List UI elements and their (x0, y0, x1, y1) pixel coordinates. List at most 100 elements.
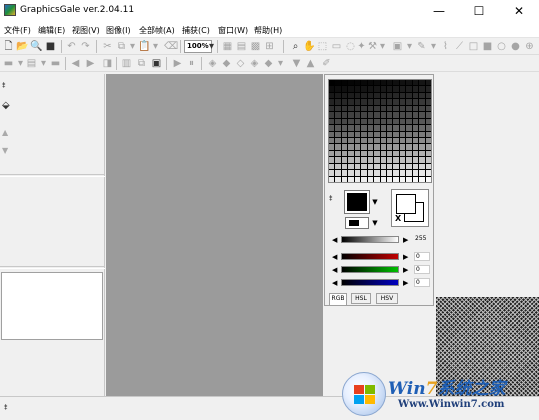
decrease-arrow-icon[interactable]: ◀ (332, 236, 337, 244)
palette-swatch[interactable] (425, 80, 431, 86)
palette-swatch[interactable] (399, 157, 406, 163)
panel-divider[interactable] (0, 266, 105, 269)
palette-swatch[interactable] (341, 157, 348, 163)
palette-swatch[interactable] (380, 86, 386, 92)
blue-value[interactable]: 0 (414, 278, 430, 287)
palette-swatch[interactable] (348, 125, 354, 131)
canvas-area[interactable] (106, 74, 323, 396)
chevron-down-icon[interactable]: ▾ (377, 41, 388, 52)
palette-swatch[interactable] (393, 137, 399, 144)
palette-swatch[interactable] (380, 125, 386, 131)
increase-arrow-icon[interactable]: ▶ (403, 266, 408, 274)
palette-swatch[interactable] (348, 118, 354, 125)
close-button[interactable]: ✕ (499, 0, 539, 22)
palette-swatch[interactable] (335, 80, 341, 86)
palette-swatch[interactable] (386, 112, 393, 118)
palette-swatch[interactable] (380, 112, 386, 118)
palette-swatch[interactable] (386, 105, 393, 112)
palette-swatch[interactable] (329, 150, 335, 157)
palette-swatch[interactable] (354, 118, 361, 125)
chevron-down-icon[interactable]: ▼ (371, 197, 379, 207)
palette-swatch[interactable] (341, 170, 348, 176)
palette-swatch[interactable] (341, 105, 348, 112)
palette-swatch[interactable] (374, 112, 380, 118)
palette-swatch[interactable] (386, 163, 393, 170)
decrease-arrow-icon[interactable]: ◀ (332, 266, 337, 274)
palette-swatch[interactable] (386, 131, 393, 137)
palette-swatch[interactable] (348, 150, 354, 157)
palette-swatch[interactable] (406, 137, 412, 144)
palette-swatch[interactable] (412, 163, 419, 170)
minimize-button[interactable]: — (419, 0, 459, 22)
palette-swatch[interactable] (412, 157, 419, 163)
palette-swatch[interactable] (406, 163, 412, 170)
palette-swatch[interactable] (361, 125, 367, 131)
palette-grid[interactable] (328, 79, 432, 183)
tab-rgb[interactable]: RGB (329, 293, 347, 305)
menu-edit[interactable]: 编辑(E) (38, 25, 65, 36)
palette-swatch[interactable] (380, 170, 386, 176)
redo-icon[interactable]: ↷ (80, 41, 91, 52)
palette-swatch[interactable] (412, 105, 419, 112)
palette-swatch[interactable] (386, 144, 393, 150)
chevron-down-icon[interactable]: ▾ (404, 41, 415, 52)
panel-divider[interactable] (0, 174, 105, 177)
effect-2-icon[interactable]: ◇ (235, 58, 246, 69)
palette-swatch[interactable] (425, 92, 431, 99)
tab-hsv[interactable]: HSV (376, 293, 398, 304)
paste-icon[interactable]: 📋 (138, 41, 150, 52)
increase-arrow-icon[interactable]: ▶ (403, 253, 408, 261)
pin-icon[interactable]: ⯒ (4, 402, 8, 416)
palette-swatch[interactable] (348, 157, 354, 163)
palette-swatch[interactable] (406, 112, 412, 118)
palette-swatch[interactable] (412, 131, 419, 137)
next-frame-icon[interactable]: ▶ (85, 58, 96, 69)
red-value[interactable]: 0 (414, 252, 430, 261)
palette-swatch[interactable] (386, 150, 393, 157)
increase-arrow-icon[interactable]: ▶ (403, 236, 408, 244)
palette-swatch[interactable] (354, 80, 361, 86)
palette-swatch[interactable] (399, 150, 406, 157)
palette-swatch[interactable] (367, 105, 374, 112)
palette-swatch[interactable] (399, 86, 406, 92)
move-up-icon[interactable]: ▲ (305, 58, 316, 69)
palette-swatch[interactable] (354, 176, 361, 182)
palette-swatch[interactable] (419, 112, 425, 118)
palette-swatch[interactable] (335, 105, 341, 112)
chevron-down-icon[interactable]: ▾ (38, 58, 49, 69)
paint-tool-icon[interactable]: ✐ (321, 58, 332, 69)
palette-swatch[interactable] (341, 99, 348, 105)
palette-swatch[interactable] (335, 163, 341, 170)
palette-swatch[interactable] (406, 131, 412, 137)
palette-swatch[interactable] (367, 150, 374, 157)
palette-swatch[interactable] (348, 99, 354, 105)
palette-swatch[interactable] (374, 105, 380, 112)
palette-swatch[interactable] (354, 125, 361, 131)
palette-swatch[interactable] (386, 125, 393, 131)
undo-icon[interactable]: ↶ (66, 41, 77, 52)
palette-swatch[interactable] (393, 118, 399, 125)
maximize-button[interactable]: ☐ (459, 0, 499, 22)
palette-swatch[interactable] (341, 150, 348, 157)
palette-swatch[interactable] (393, 150, 399, 157)
palette-swatch[interactable] (329, 112, 335, 118)
palette-swatch[interactable] (354, 170, 361, 176)
palette-swatch[interactable] (393, 170, 399, 176)
rectangle-filled-icon[interactable]: ■ (482, 41, 493, 52)
blue-slider[interactable] (341, 279, 399, 286)
palette-swatch[interactable] (399, 80, 406, 86)
effect-3-icon[interactable]: ◈ (249, 58, 260, 69)
frame-properties-icon[interactable]: ▣ (151, 58, 162, 69)
palette-swatch[interactable] (374, 131, 380, 137)
frames-icon[interactable]: ▥ (121, 58, 132, 69)
palette-swatch[interactable] (367, 92, 374, 99)
palette-swatch[interactable] (406, 118, 412, 125)
menu-capture[interactable]: 捕获(C) (182, 25, 210, 36)
palette-swatch[interactable] (399, 118, 406, 125)
palette-swatch[interactable] (380, 163, 386, 170)
palette-swatch[interactable] (329, 92, 335, 99)
palette-swatch[interactable] (380, 92, 386, 99)
palette-swatch[interactable] (393, 80, 399, 86)
increase-arrow-icon[interactable]: ▶ (403, 279, 408, 287)
palette-swatch[interactable] (374, 86, 380, 92)
